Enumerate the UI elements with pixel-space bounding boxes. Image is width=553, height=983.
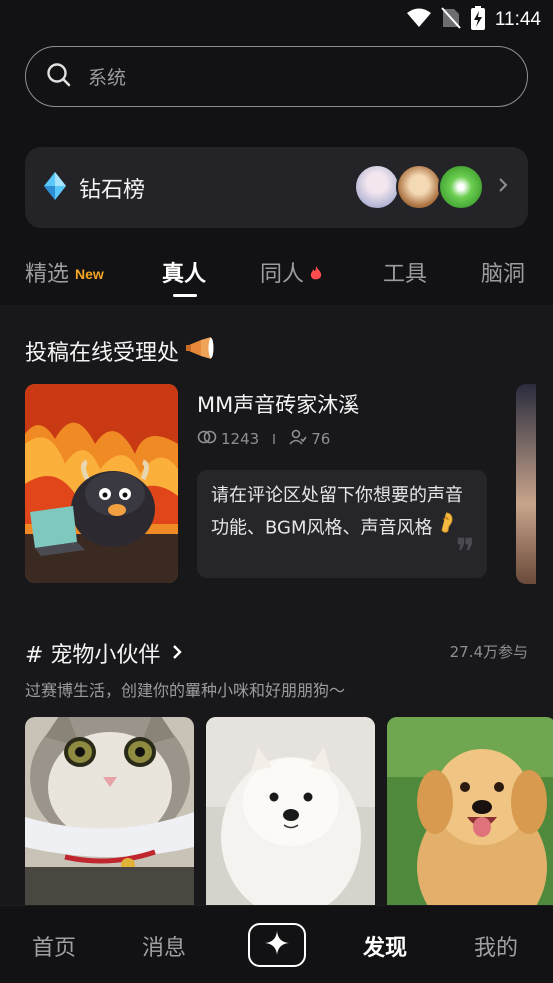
pet-card-cat[interactable] [25,717,194,905]
views-icon [197,430,217,448]
views-count: 1243 [221,430,260,448]
nav-discover[interactable]: 发现 [363,930,407,962]
avatar [396,164,442,210]
wifi-icon [406,8,431,32]
tab-featured[interactable]: 精选 New [25,256,104,288]
fire-icon [310,262,322,287]
chevron-right-icon [498,177,508,197]
avatar [438,164,484,210]
avatar [354,164,400,210]
status-bar: 11:44 [0,0,553,38]
tab-brainstorm[interactable]: 脑洞 [481,256,525,288]
diamond-leaderboard-card[interactable]: 钻石榜 [25,147,528,228]
card-quote: 请在评论区处留下你想要的声音功能、BGM风格、声音风格 ❞ [197,470,487,578]
search-icon [46,62,72,92]
card-stats: 1243 76 [197,429,330,449]
sparkle-icon [264,930,290,960]
nav-messages[interactable]: 消息 [142,930,186,962]
user-icon [289,429,307,449]
active-tab-indicator [173,294,197,297]
diamond-leaderboard-title: 钻石榜 [79,177,146,203]
search-bar[interactable]: 系统 [25,46,528,107]
battery-charging-icon [470,6,485,34]
section-pets-title[interactable]: # 宠物小伙伴 [25,637,183,669]
chevron-right-icon [172,641,183,666]
diamond-icon [43,171,67,205]
bottom-navigation: 首页 消息 发现 我的 [0,905,553,983]
section-pets-description: 过赛博生活，创建你的罼种小咪和好朋朋狗～ [25,681,346,700]
discover-content: 投稿在线受理处 MM声音砖家沐溪 1243 76 请在评论区处留下你想要的声音功… [0,305,553,905]
next-card-peek[interactable] [516,384,536,584]
category-tabs: 精选 New 真人 同人 工具 脑洞 [0,250,553,300]
ear-icon [438,512,454,545]
leaderboard-avatars [354,164,484,210]
megaphone-icon [185,337,215,365]
no-sim-icon [441,7,461,33]
pet-card-samoyed[interactable] [206,717,375,905]
card-title: MM声音砖家沐溪 [197,393,360,417]
nav-profile[interactable]: 我的 [474,930,518,962]
followers-count: 76 [311,430,331,448]
participants-count: 27.4万参与 [449,643,528,661]
nav-home[interactable]: 首页 [32,930,76,962]
card-artwork [25,384,178,583]
tab-real-person[interactable]: 真人 [162,256,206,288]
section-submissions-title[interactable]: 投稿在线受理处 [25,335,215,367]
tab-fan-works[interactable]: 同人 [260,256,322,288]
pet-card-golden-retriever[interactable] [387,717,553,905]
search-placeholder: 系统 [88,67,127,89]
quote-text: 请在评论区处留下你想要的声音功能、BGM风格、声音风格 [211,485,463,539]
new-badge: New [75,265,104,282]
tab-tools[interactable]: 工具 [383,256,427,288]
status-time: 11:44 [494,9,541,30]
quote-mark-icon: ❞ [455,532,475,573]
create-button[interactable] [248,923,306,967]
